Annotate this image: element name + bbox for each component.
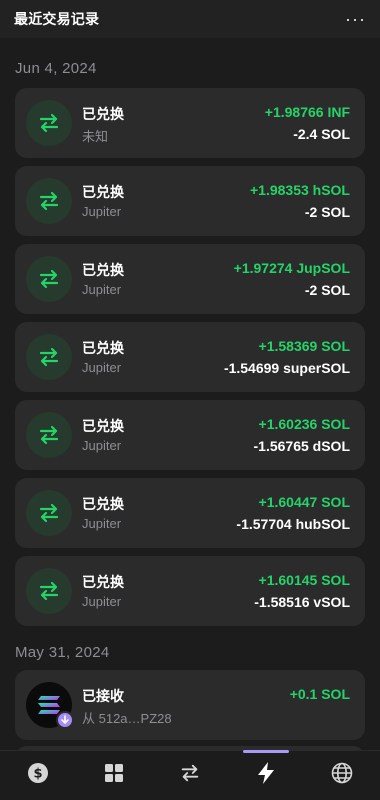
dollar-icon: $ [27, 762, 49, 789]
section-date: Jun 4, 2024 [15, 60, 97, 77]
transaction-item[interactable]: 已兑换 未知 +1.98766 INF -2.4 SOL [15, 88, 365, 158]
amount-received: +1.97274 JupSOL [233, 260, 350, 276]
swap-arrows-icon [26, 100, 72, 146]
receive-arrow-icon [56, 711, 74, 729]
amount-sent: -1.58516 vSOL [254, 594, 350, 610]
transaction-type: 已兑换 [82, 340, 124, 356]
amount-received: +1.60447 SOL [258, 494, 350, 510]
amount-received: +1.98766 INF [264, 104, 350, 120]
more-dots-icon[interactable]: ··· [345, 10, 366, 28]
transaction-type: 已兑换 [82, 496, 124, 512]
bottom-tab-bar: $ [0, 749, 380, 800]
transaction-item[interactable]: 已兑换 Jupiter +1.60447 SOL -1.57704 hubSOL [15, 478, 365, 548]
transaction-type: 已兑换 [82, 418, 124, 434]
tab-dollar[interactable]: $ [11, 751, 65, 800]
transaction-item[interactable]: 已兑换 Jupiter +1.60145 SOL -1.58516 vSOL [15, 556, 365, 626]
transaction-type: 已兑换 [82, 184, 124, 200]
transaction-source: Jupiter [82, 438, 122, 453]
swap-arrows-icon [26, 334, 72, 380]
amount-received: +1.60236 SOL [258, 416, 350, 432]
tab-explore[interactable] [315, 751, 369, 800]
globe-icon [331, 762, 353, 789]
transaction-source: Jupiter [82, 282, 122, 297]
transaction-item[interactable]: 已兑换 Jupiter +1.60236 SOL -1.56765 dSOL [15, 400, 365, 470]
transaction-source: Jupiter [82, 204, 122, 219]
transaction-source: 未知 [82, 129, 109, 144]
transaction-type: 已兑换 [82, 574, 124, 590]
amount-sent: -1.57704 hubSOL [236, 516, 350, 532]
swap-arrows-icon [26, 256, 72, 302]
transaction-type: 已兑换 [82, 106, 124, 122]
transaction-item[interactable]: 已兑换 Jupiter +1.98353 hSOL -2 SOL [15, 166, 365, 236]
amount-received: +0.1 SOL [289, 686, 350, 702]
header: 最近交易记录 ··· [0, 0, 380, 38]
amount-sent: -2 SOL [304, 282, 350, 298]
swap-arrows-icon [26, 178, 72, 224]
tab-grid[interactable] [87, 751, 141, 800]
transaction-list: Jun 4, 2024 已兑换 未知 +1.98766 INF -2.4 SOL… [0, 38, 380, 750]
swap-arrows-icon [26, 490, 72, 536]
grid-icon [104, 763, 124, 788]
amount-received: +1.98353 hSOL [249, 182, 350, 198]
transaction-source: 从 512a…PZ28 [82, 711, 172, 726]
swap-arrows-icon [26, 412, 72, 458]
svg-text:$: $ [33, 767, 42, 782]
tab-swap[interactable] [163, 751, 217, 800]
transaction-type: 已接收 [82, 688, 124, 704]
page-title: 最近交易记录 [14, 11, 100, 27]
lightning-icon [257, 762, 275, 789]
transaction-source: Jupiter [82, 594, 122, 609]
transaction-item[interactable]: 已接收 从 512a…PZ28 +0.1 SOL [15, 670, 365, 740]
amount-sent: -2 SOL [304, 204, 350, 220]
transaction-source: Jupiter [82, 516, 122, 531]
amount-received: +1.60145 SOL [258, 572, 350, 588]
transaction-type: 已兑换 [82, 262, 124, 278]
tab-activity[interactable] [239, 749, 293, 800]
transaction-source: Jupiter [82, 360, 122, 375]
swap-arrows-icon [179, 762, 201, 789]
amount-sent: -1.54699 superSOL [223, 360, 350, 376]
amount-sent: -1.56765 dSOL [253, 438, 351, 454]
section-date: May 31, 2024 [15, 644, 110, 661]
transaction-item[interactable]: 已兑换 Jupiter +1.97274 JupSOL -2 SOL [15, 244, 365, 314]
transaction-item[interactable]: 已兑换 Jupiter +1.58369 SOL -1.54699 superS… [15, 322, 365, 392]
swap-arrows-icon [26, 568, 72, 614]
amount-sent: -2.4 SOL [293, 126, 350, 142]
amount-received: +1.58369 SOL [258, 338, 350, 354]
